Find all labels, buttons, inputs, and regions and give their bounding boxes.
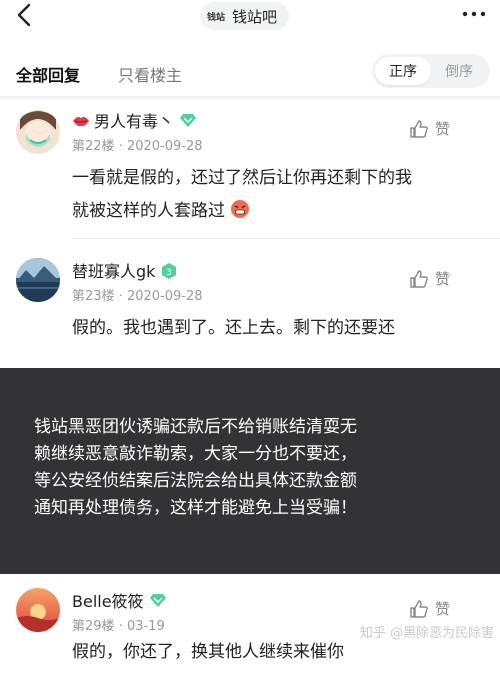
watermark: 知乎 @黑除恶为民除害 <box>359 626 494 641</box>
notice-line: 钱站黑恶团伙诱骗还款后不给销账结清耍无 <box>34 417 357 437</box>
username[interactable]: 男人有毒丶 <box>72 108 197 132</box>
reply-tabs: 全部回复 只看楼主 正序 倒序 <box>0 48 500 100</box>
username[interactable]: Belle筱筱 <box>72 588 166 612</box>
tabs-divider <box>0 96 500 102</box>
notice-line: 赖继续恶意敲诈勒索，大家一分也不要还， <box>34 444 357 464</box>
forum-name: 钱站吧 <box>232 7 278 26</box>
post-content: 假的。我也遇到了。还上去。剩下的还要还 <box>72 312 482 345</box>
like-button[interactable]: 赞 <box>409 598 450 619</box>
avatar[interactable] <box>16 588 60 632</box>
meta-separator: · <box>118 139 127 154</box>
post-content-line: 一看就是假的，还过了然后让你再还剩下的我 <box>72 168 412 188</box>
svg-text:3: 3 <box>167 268 173 278</box>
post-content: 一看就是假的，还过了然后让你再还剩下的我 就被这样的人套路过 <box>72 162 482 228</box>
username-text: Belle筱筱 <box>72 592 144 611</box>
meta-separator: · <box>118 289 127 304</box>
tab-op-only[interactable]: 只看楼主 <box>118 62 182 86</box>
tab-all-replies[interactable]: 全部回复 <box>16 62 80 86</box>
thumbs-up-icon <box>410 599 428 618</box>
like-button[interactable]: 赞 <box>409 268 450 289</box>
angry-face-icon <box>230 198 250 218</box>
post-date: 2020-09-28 <box>126 139 203 154</box>
like-label: 赞 <box>434 120 450 138</box>
meta-separator: · <box>118 619 127 634</box>
more-icon[interactable] <box>460 2 488 31</box>
post-meta: 第29楼 · 03-19 <box>72 615 165 634</box>
floor-number: 第29楼 <box>72 619 115 634</box>
post-date: 03-19 <box>126 619 165 634</box>
like-button[interactable]: 赞 <box>409 118 450 139</box>
post-date: 2020-09-28 <box>126 289 203 304</box>
level-badge-icon <box>149 593 166 607</box>
level-badge-icon <box>180 113 197 127</box>
notice-text: 钱站黑恶团伙诱骗还款后不给销账结清耍无 赖继续恶意敲诈勒索，大家一分也不要还， … <box>34 414 474 522</box>
floor-number: 第23楼 <box>72 289 115 304</box>
thumbs-up-icon <box>410 119 428 138</box>
like-label: 赞 <box>434 270 450 288</box>
sort-desc-button[interactable]: 倒序 <box>431 57 487 85</box>
notice-line: 等公安经侦结案后法院会给出具体还款金额 <box>34 471 357 491</box>
post-meta: 第23楼 · 2020-09-28 <box>72 285 203 304</box>
lips-icon <box>72 113 90 127</box>
forum-pill[interactable]: 钱站 钱站吧 <box>200 2 290 30</box>
top-bar: 钱站 钱站吧 <box>0 0 500 34</box>
sort-toggle: 正序 倒序 <box>372 54 490 88</box>
avatar[interactable] <box>16 258 60 302</box>
notice-line: 通知再处理债务，这样才能避免上当受骗！ <box>34 498 357 518</box>
post-content-line: 假的。我也遇到了。还上去。剩下的还要还 <box>72 318 395 338</box>
post-content-line: 就被这样的人套路过 <box>72 195 482 228</box>
username-text: 男人有毒丶 <box>94 112 175 131</box>
like-label: 赞 <box>434 600 450 618</box>
floor-number: 第22楼 <box>72 139 115 154</box>
sort-asc-button[interactable]: 正序 <box>375 57 431 85</box>
back-arrow-icon[interactable] <box>14 2 42 30</box>
avatar[interactable] <box>16 110 60 154</box>
username-text: 替班寡人gk <box>72 262 156 281</box>
level-badge-icon: 3 <box>161 263 177 279</box>
post-content-text: 就被这样的人套路过 <box>72 201 225 221</box>
post-meta: 第22楼 · 2020-09-28 <box>72 135 203 154</box>
username[interactable]: 替班寡人gk 3 <box>72 258 177 282</box>
thumbs-up-icon <box>410 269 428 288</box>
forum-logo: 钱站 <box>204 5 228 27</box>
post-divider <box>72 238 500 239</box>
notice-overlay: 钱站黑恶团伙诱骗还款后不给销账结清耍无 赖继续恶意敲诈勒索，大家一分也不要还， … <box>0 368 500 574</box>
